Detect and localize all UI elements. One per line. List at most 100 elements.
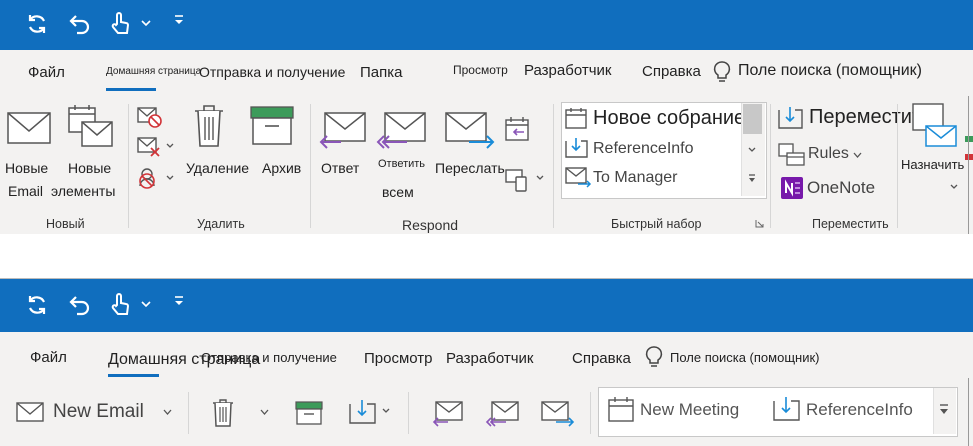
tab-help[interactable]: Справка xyxy=(642,63,701,80)
quick-step-new-meeting[interactable]: New Meeting xyxy=(640,400,739,420)
lightbulb-icon xyxy=(645,346,663,367)
tab-home-underline xyxy=(108,374,159,377)
tab-view[interactable]: Просмотр xyxy=(453,63,508,77)
undo-icon[interactable] xyxy=(68,293,92,317)
more-respond-icon[interactable] xyxy=(505,166,531,192)
chevron-down-icon[interactable] xyxy=(166,143,174,149)
group-label-new: Новый xyxy=(46,217,85,231)
reply-label: Ответ xyxy=(321,160,360,176)
calendar-icon xyxy=(565,108,587,129)
tab-view[interactable]: Просмотр xyxy=(364,350,433,367)
reply-icon[interactable] xyxy=(319,112,367,149)
chevron-down-icon[interactable] xyxy=(260,409,269,416)
delete-label: Удаление xyxy=(186,160,250,176)
separator xyxy=(128,104,129,228)
forward-label: Переслать xyxy=(435,160,505,176)
chevron-down-icon[interactable] xyxy=(166,175,174,181)
touch-mode-icon[interactable] xyxy=(108,291,132,319)
customize-qat-icon[interactable] xyxy=(174,14,184,26)
email-forward-icon xyxy=(565,167,592,188)
trash-icon[interactable] xyxy=(212,399,234,427)
tab-developer[interactable]: Разработчик xyxy=(446,350,533,367)
ignore-icon[interactable] xyxy=(137,106,163,130)
unread-flag-indicator xyxy=(965,136,973,142)
forward-icon[interactable] xyxy=(541,401,575,427)
unread-flag-indicator xyxy=(965,154,973,160)
reply-icon[interactable] xyxy=(432,401,464,427)
forward-icon[interactable] xyxy=(445,112,495,149)
move-icon[interactable] xyxy=(778,106,804,130)
sync-icon[interactable] xyxy=(25,12,49,36)
undo-icon[interactable] xyxy=(68,12,92,36)
tell-me-search[interactable]: Поле поиска (помощник) xyxy=(738,62,922,80)
tab-folder[interactable]: Папка xyxy=(360,64,402,81)
group-label-move: Переместить xyxy=(812,217,889,231)
separator xyxy=(553,104,554,228)
group-label-respond: Respond xyxy=(402,217,459,233)
assign-label[interactable]: Назначить xyxy=(901,157,964,172)
chevron-down-icon[interactable] xyxy=(748,147,756,153)
archive-icon[interactable] xyxy=(295,401,323,425)
new-email-icon[interactable] xyxy=(16,402,44,422)
chevron-down-icon[interactable] xyxy=(950,184,958,190)
separator xyxy=(590,392,591,434)
new-items-icon[interactable] xyxy=(68,104,114,148)
rules-icon[interactable] xyxy=(778,143,806,167)
gallery-more-icon[interactable] xyxy=(748,174,756,184)
chevron-down-icon[interactable] xyxy=(536,175,544,181)
customize-qat-icon[interactable] xyxy=(174,295,184,307)
archive-icon[interactable] xyxy=(250,106,294,146)
separator xyxy=(770,104,771,228)
reply-all-icon[interactable] xyxy=(376,112,427,149)
group-label-delete: Удалить xyxy=(197,217,245,231)
separator xyxy=(897,104,898,228)
tell-me-search[interactable]: Поле поиска (помощник) xyxy=(670,350,819,365)
tab-file[interactable]: Файл xyxy=(30,349,67,366)
new-email-button[interactable]: New Email xyxy=(53,401,144,423)
calendar-icon xyxy=(608,397,634,422)
new-email-label-2: Email xyxy=(8,183,44,199)
reply-all-icon[interactable] xyxy=(485,401,520,427)
new-email-label-1: Новые xyxy=(5,160,49,176)
junk-icon[interactable] xyxy=(137,166,163,190)
trash-icon[interactable] xyxy=(193,104,225,148)
touch-mode-icon[interactable] xyxy=(108,10,132,38)
quick-step-item[interactable]: Новое собрание xyxy=(593,107,745,130)
chevron-down-icon[interactable] xyxy=(141,20,151,28)
sync-icon[interactable] xyxy=(25,293,49,317)
quick-step-item[interactable]: ReferenceInfo xyxy=(593,140,694,158)
clean-up-icon[interactable] xyxy=(137,136,163,160)
chevron-down-icon[interactable] xyxy=(141,301,151,309)
meeting-reply-icon[interactable] xyxy=(505,116,531,142)
rules-label[interactable]: Rules xyxy=(808,145,849,163)
chevron-down-icon[interactable] xyxy=(163,409,172,416)
top-titlebar xyxy=(0,0,973,50)
tab-home[interactable]: Домашняя страница xyxy=(106,66,201,77)
tab-send-receive[interactable]: Отправка и получение xyxy=(201,350,337,365)
gallery-scroll-thumb[interactable] xyxy=(743,104,762,134)
move-icon[interactable] xyxy=(349,399,377,425)
archive-label: Архив xyxy=(262,160,302,176)
tab-help[interactable]: Справка xyxy=(572,350,631,367)
gallery-more-icon[interactable] xyxy=(939,404,949,416)
separator xyxy=(188,392,189,434)
tab-send-receive[interactable]: Отправка и получение xyxy=(199,64,345,80)
new-email-icon[interactable] xyxy=(7,112,51,144)
ribbon-border xyxy=(968,378,969,446)
chevron-down-icon[interactable] xyxy=(853,152,862,159)
separator xyxy=(408,392,409,434)
move-to-folder-icon xyxy=(565,138,588,158)
onenote-label[interactable]: OneNote xyxy=(807,178,875,198)
separator xyxy=(310,104,311,228)
new-items-label-1: Новые xyxy=(68,160,112,176)
onenote-icon[interactable] xyxy=(780,176,804,200)
quick-step-reference-info[interactable]: ReferenceInfo xyxy=(806,400,913,420)
quick-step-item[interactable]: To Manager xyxy=(593,169,678,187)
chevron-down-icon[interactable] xyxy=(382,408,390,414)
group-label-quick-steps: Быстрый набор xyxy=(611,217,702,231)
tab-developer[interactable]: Разработчик xyxy=(524,62,611,79)
assign-policy-icon[interactable] xyxy=(912,102,958,150)
dialog-launcher-icon[interactable] xyxy=(755,219,764,228)
tab-home-underline xyxy=(106,88,156,91)
tab-file[interactable]: Файл xyxy=(28,64,65,81)
